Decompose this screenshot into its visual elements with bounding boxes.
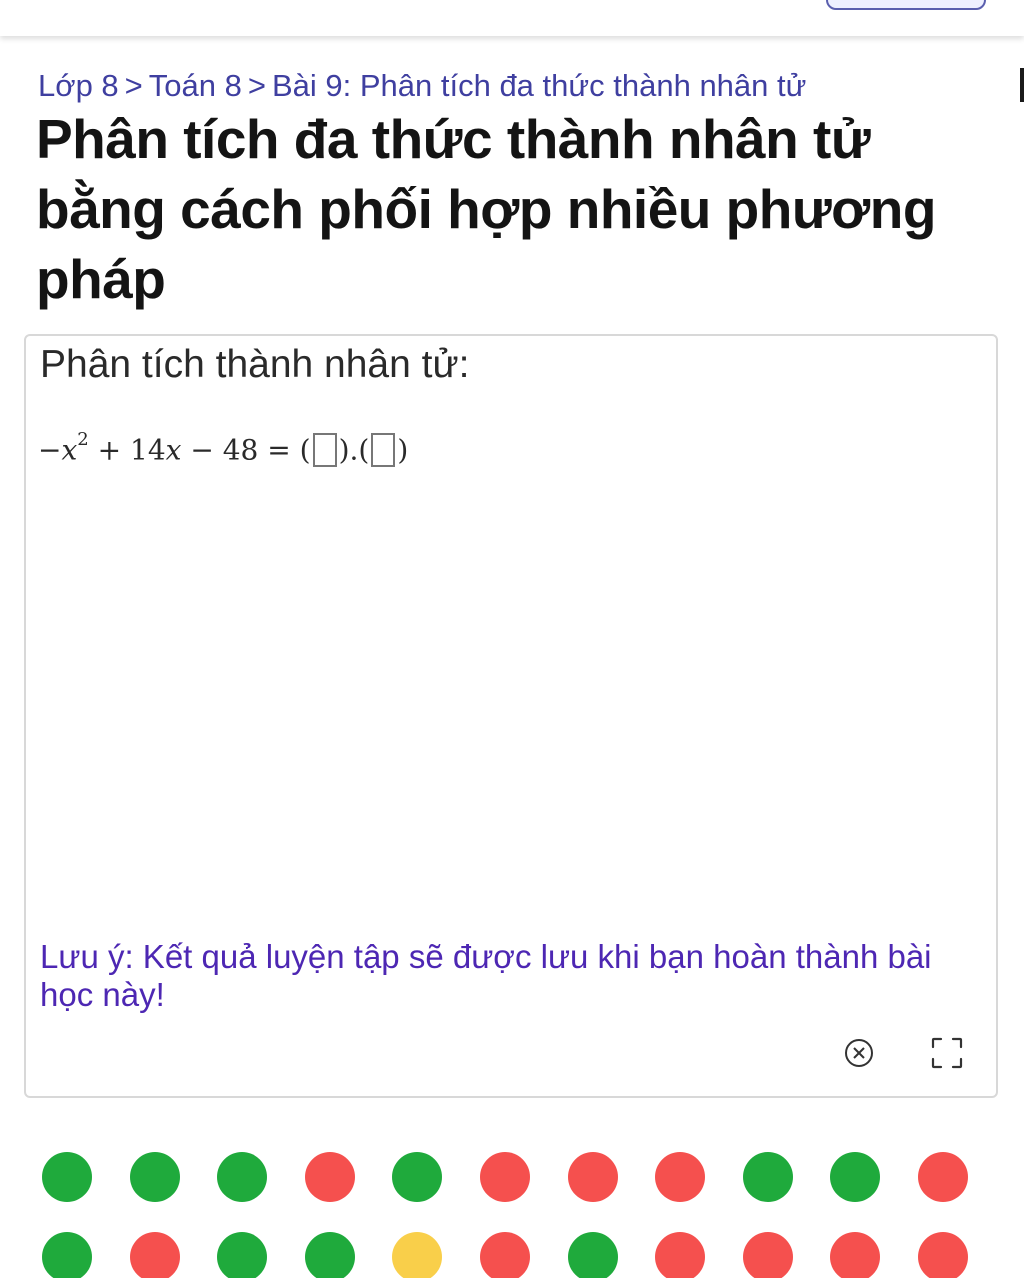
breadcrumb-item-lesson[interactable]: Bài 9: Phân tích đa thức thành nhân tử	[272, 68, 806, 103]
eq-variable: x	[61, 433, 78, 467]
scrollbar[interactable]	[1020, 68, 1024, 102]
progress-dot-wrong[interactable]	[567, 1152, 618, 1202]
top-bar-button[interactable]	[826, 0, 986, 10]
page: Lớp 8 > Toán 8 > Bài 9: Phân tích đa thức th…	[0, 0, 1024, 1278]
progress-dot-wrong[interactable]	[742, 1232, 793, 1278]
progress-dot-wrong[interactable]	[129, 1232, 180, 1278]
progress-dot-correct[interactable]	[129, 1152, 180, 1202]
progress-dot-correct[interactable]	[217, 1152, 268, 1202]
eq-constant: 48	[222, 433, 259, 467]
equation: −x2 + 14x − 48 = ().()	[38, 424, 408, 470]
breadcrumb-separator: >	[124, 68, 143, 103]
eq-minus: −	[190, 433, 214, 467]
exercise-card: Phân tích thành nhân tử: −x2 + 14x − 48 …	[24, 334, 998, 1098]
progress-dot-correct[interactable]	[42, 1232, 92, 1278]
eq-open-paren: (	[358, 433, 370, 467]
progress-dot-wrong[interactable]	[655, 1232, 706, 1278]
close-circle-icon[interactable]	[844, 1038, 874, 1068]
eq-exponent: 2	[77, 429, 89, 450]
progress-dot-correct[interactable]	[830, 1152, 881, 1202]
answer-input-1[interactable]	[312, 432, 337, 467]
progress-dot-correct[interactable]	[567, 1232, 618, 1278]
progress-dot-wrong[interactable]	[830, 1232, 881, 1278]
progress-dot-correct[interactable]	[392, 1152, 443, 1202]
page-title: Phân tích đa thức thành nhân tử bằng các…	[36, 108, 936, 310]
eq-close-paren: )	[397, 433, 409, 467]
progress-dot-current[interactable]	[392, 1232, 443, 1278]
progress-dot-wrong[interactable]	[480, 1152, 530, 1202]
progress-dot-wrong[interactable]	[480, 1232, 530, 1278]
fullscreen-icon[interactable]	[930, 1036, 964, 1070]
eq-coefficient: 14	[130, 433, 166, 467]
note-text: Lưu ý: Kết quả luyện tập sẽ được lưu khi…	[40, 938, 932, 1013]
progress-dot-correct[interactable]	[742, 1152, 793, 1202]
progress-dot-correct[interactable]	[217, 1232, 268, 1278]
eq-equals: =	[267, 433, 291, 467]
progress-dot-correct[interactable]	[42, 1152, 92, 1202]
eq-open-paren: (	[299, 433, 311, 467]
eq-close-paren: )	[338, 433, 350, 467]
breadcrumb-item-subject[interactable]: Toán 8	[149, 68, 242, 103]
top-bar	[0, 0, 1024, 36]
answer-input-2[interactable]	[371, 432, 396, 467]
eq-minus: −	[38, 433, 62, 467]
question-label: Phân tích thành nhân tử:	[40, 343, 470, 386]
breadcrumb-separator: >	[247, 68, 266, 103]
progress-dot-wrong[interactable]	[304, 1152, 355, 1202]
breadcrumb: Lớp 8 > Toán 8 > Bài 9: Phân tích đa thức th…	[38, 66, 982, 106]
eq-variable: x	[165, 433, 182, 467]
progress-dot-wrong[interactable]	[918, 1232, 968, 1278]
eq-plus: +	[97, 433, 122, 467]
progress-dot-correct[interactable]	[304, 1232, 355, 1278]
progress-dot-wrong[interactable]	[655, 1152, 706, 1202]
breadcrumb-item-grade[interactable]: Lớp 8	[38, 68, 119, 103]
progress-dot-wrong[interactable]	[918, 1152, 968, 1202]
